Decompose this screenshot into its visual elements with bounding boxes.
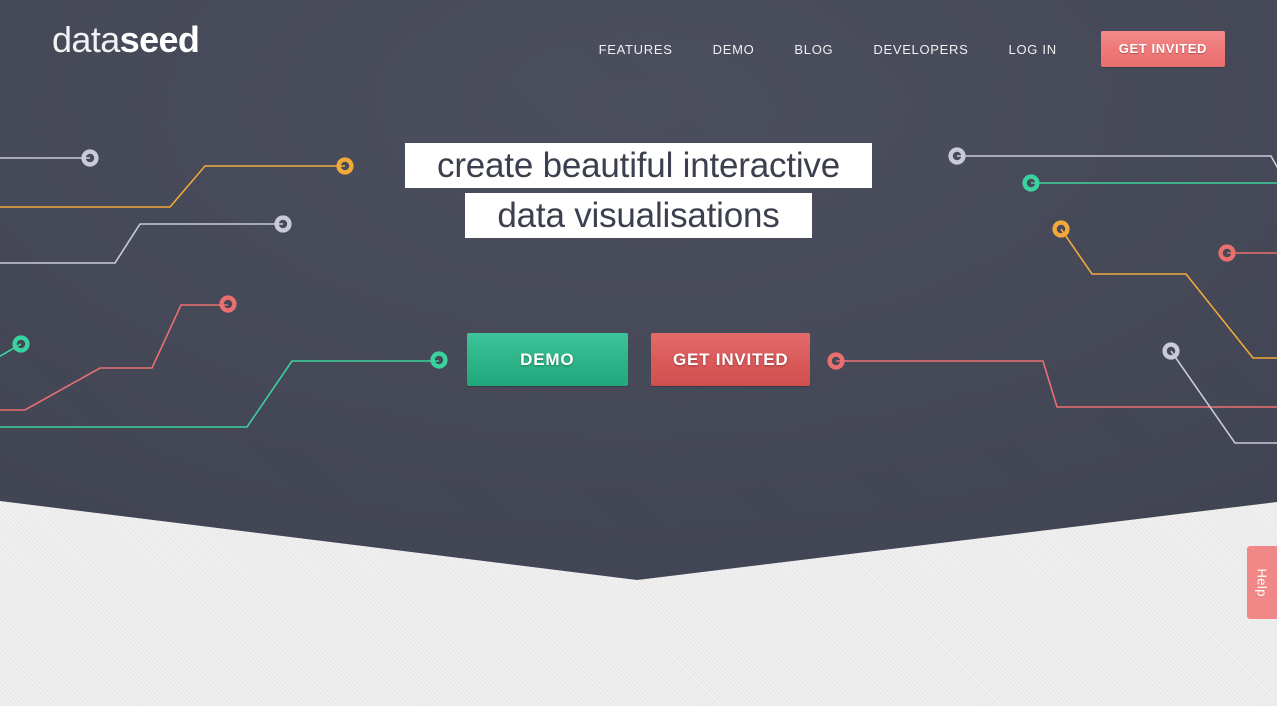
get-invited-button[interactable]: GET INVITED	[651, 333, 811, 386]
headline-line-1-row: create beautiful interactive	[0, 143, 1277, 188]
hero-landing-page: dataseed FEATURES DEMO BLOG DEVELOPERS L…	[0, 0, 1277, 706]
hero-headline: create beautiful interactive data visual…	[0, 143, 1277, 238]
nav-item-demo[interactable]: DEMO	[693, 36, 775, 63]
nav-item-login[interactable]: LOG IN	[989, 36, 1077, 63]
brand-logo-light: data	[52, 19, 120, 60]
top-navigation-bar: dataseed FEATURES DEMO BLOG DEVELOPERS L…	[0, 0, 1277, 88]
help-tab-label: Help	[1254, 568, 1270, 597]
help-tab[interactable]: Help	[1247, 546, 1277, 619]
nav-item-blog[interactable]: BLOG	[774, 36, 853, 63]
headline-line-2-row: data visualisations	[0, 193, 1277, 238]
nav-item-features[interactable]: FEATURES	[579, 36, 693, 63]
nav-item-developers[interactable]: DEVELOPERS	[853, 36, 988, 63]
brand-logo[interactable]: dataseed	[52, 19, 200, 60]
demo-button[interactable]: DEMO	[466, 333, 628, 386]
headline-line-2: data visualisations	[465, 193, 812, 238]
brand-logo-bold: seed	[119, 19, 200, 60]
headline-line-1: create beautiful interactive	[405, 143, 872, 188]
hero-cta-group: DEMO GET INVITED	[0, 333, 1277, 386]
nav-get-invited-button[interactable]: GET INVITED	[1100, 31, 1225, 67]
main-nav: FEATURES DEMO BLOG DEVELOPERS LOG IN GET…	[579, 31, 1225, 67]
